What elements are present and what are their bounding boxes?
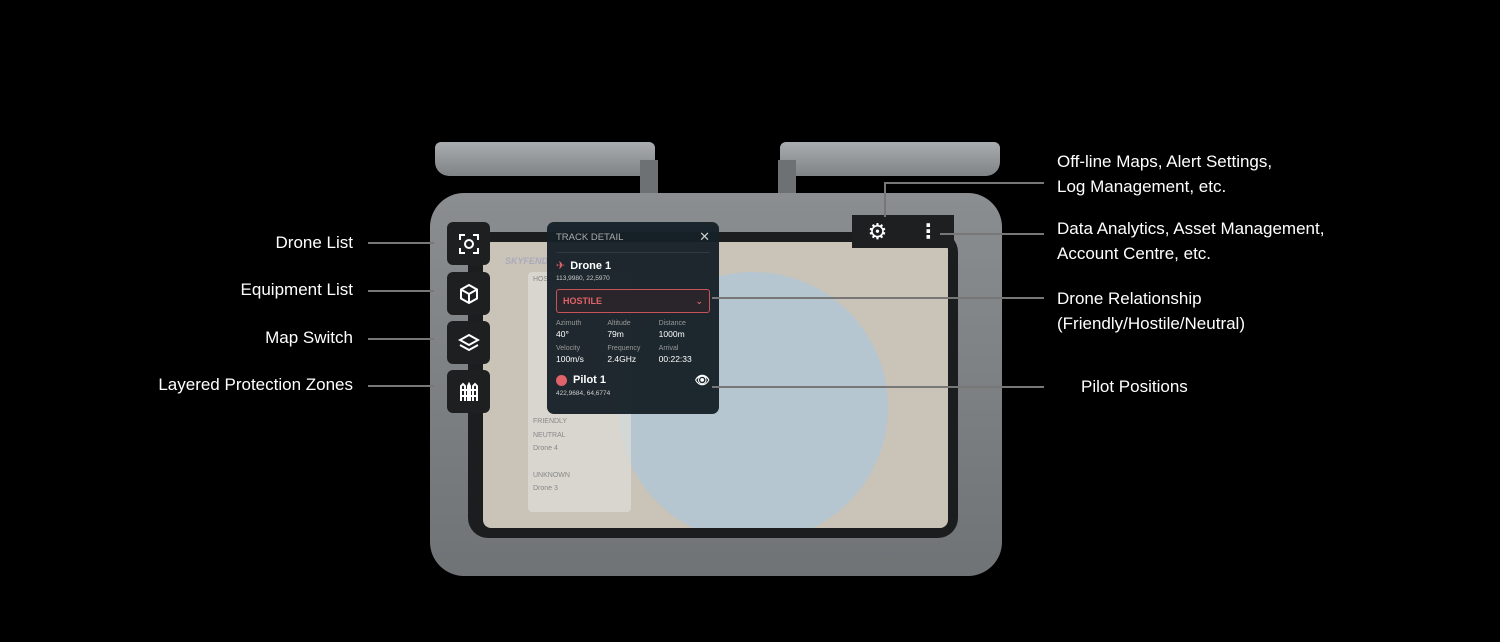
callout-map-switch: Map Switch	[265, 328, 353, 347]
pilot-coords: 422,9684, 64,6774	[556, 390, 611, 397]
callout-relationship: Drone Relationship (Friendly/Hostile/Neut…	[1057, 289, 1245, 333]
relationship-value: HOSTILE	[563, 296, 603, 306]
cube-icon	[459, 283, 478, 304]
close-icon[interactable]: ✕	[699, 229, 710, 245]
stat-frequency: Frequency 2.4GHz	[607, 345, 641, 364]
panel-title: TRACK DETAIL	[556, 231, 624, 243]
stat-altitude: Altitude 79m	[607, 320, 631, 339]
gear-icon[interactable]: ⚙	[868, 219, 888, 245]
drone-coords: 113,9980, 22,5970	[556, 275, 610, 282]
callout-line	[712, 297, 1044, 299]
callout-line	[368, 385, 434, 387]
callout-line	[940, 233, 1044, 235]
stat-velocity: Velocity 100m/s	[556, 345, 584, 364]
drone-list-button[interactable]	[447, 222, 490, 265]
callout-line	[884, 182, 886, 217]
stat-arrival: Arrival 00:22:33	[658, 345, 692, 364]
top-toolbar: ⚙ ⋮	[852, 215, 954, 248]
fence-icon	[459, 381, 478, 401]
callout-equipment-list: Equipment List	[240, 280, 353, 299]
callout-line	[712, 386, 1044, 388]
antenna-left	[435, 142, 655, 176]
callout-more: Data Analytics, Asset Management, Account…	[1057, 219, 1325, 263]
group-neutral: NEUTRAL	[533, 432, 566, 439]
eye-icon[interactable]: 👁	[695, 373, 710, 387]
callout-line	[884, 182, 1044, 184]
antenna-right	[780, 142, 1000, 176]
callout-drone-list: Drone List	[275, 233, 353, 252]
airplane-icon: ✈	[556, 260, 566, 272]
drone-name: Drone 1	[570, 259, 612, 272]
chevron-down-icon: ⌄	[695, 295, 703, 306]
layers-icon	[457, 333, 480, 351]
track-detail-panel: TRACK DETAIL ✕ ✈ Drone 1 113,9980, 22,5970…	[547, 222, 719, 414]
list-item[interactable]: Drone 4	[533, 445, 558, 452]
callout-pilot-positions: Pilot Positions	[1081, 377, 1188, 396]
callout-protection-zones: Layered Protection Zones	[158, 375, 353, 394]
protection-zones-button[interactable]	[447, 370, 490, 413]
group-friendly: FRIENDLY	[533, 418, 568, 425]
brand-logo: SKYFEND	[505, 256, 549, 266]
more-vertical-icon[interactable]: ⋮	[918, 219, 938, 244]
scan-icon	[458, 233, 479, 254]
equipment-list-button[interactable]	[447, 272, 490, 315]
stat-distance: Distance 1000m	[658, 320, 686, 339]
pilot-icon	[556, 374, 567, 386]
stat-azimuth: Azimuth 40°	[556, 320, 582, 339]
group-unknown: UNKNOWN	[533, 472, 570, 479]
map-switch-button[interactable]	[447, 321, 490, 364]
callout-line	[368, 338, 434, 340]
callout-line	[368, 242, 434, 244]
callout-settings: Off-line Maps, Alert Settings, Log Manage…	[1057, 152, 1273, 196]
relationship-select[interactable]: HOSTILE ⌄	[556, 289, 710, 313]
pilot-name: Pilot 1	[573, 374, 607, 386]
callout-line	[368, 290, 434, 292]
list-item[interactable]: Drone 3	[533, 485, 558, 492]
